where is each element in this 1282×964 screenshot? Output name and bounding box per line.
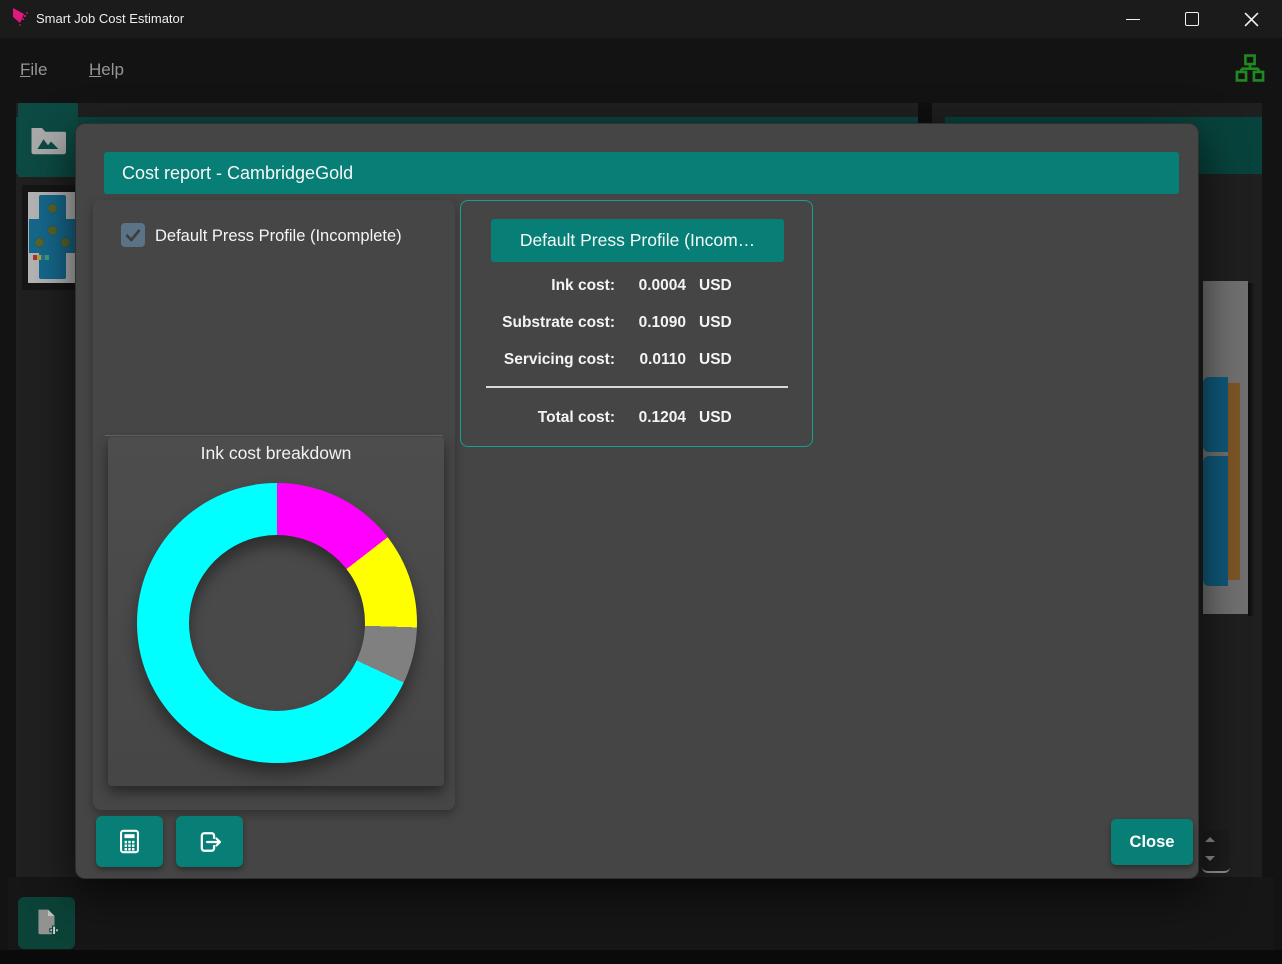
chevron-down-icon (1205, 856, 1215, 861)
new-job-button[interactable] (18, 897, 75, 949)
cost-unit: USD (699, 314, 732, 332)
maximize-icon (1185, 12, 1199, 26)
quantity-spinner[interactable] (1202, 830, 1230, 873)
cost-unit: USD (699, 351, 732, 369)
cost-row-ink: Ink cost: 0.0004 USD (461, 274, 814, 298)
maximize-button[interactable] (1169, 0, 1215, 38)
cost-value: 0.0004 (615, 277, 686, 295)
dialog-title: Cost report - CambridgeGold (104, 152, 1179, 194)
cost-unit: USD (699, 277, 732, 295)
close-dialog-button[interactable]: Close (1111, 819, 1193, 865)
preview-dieline-panel (1203, 377, 1228, 452)
check-icon (123, 225, 143, 245)
cost-row-substrate: Substrate cost: 0.1090 USD (461, 311, 814, 335)
cost-value: 0.1204 (615, 409, 686, 427)
artwork-dot (48, 204, 57, 213)
cost-row-servicing: Servicing cost: 0.0110 USD (461, 348, 814, 372)
export-icon (196, 828, 224, 856)
export-report-button[interactable] (176, 816, 243, 867)
profile-header-button[interactable]: Default Press Profile (Incom… (491, 219, 784, 262)
menu-file[interactable]: File (20, 54, 47, 86)
color-bar (33, 255, 49, 260)
total-divider (486, 386, 788, 388)
artwork-dot (61, 238, 70, 247)
cost-label: Ink cost: (461, 277, 615, 295)
preview-dieline-panel (1203, 456, 1228, 586)
divider (105, 435, 443, 436)
job-thumbnail-dieline (28, 192, 78, 283)
bottom-toolbar (8, 877, 1274, 950)
layout-preview (1203, 281, 1248, 614)
network-status-button[interactable] (1233, 52, 1267, 86)
app-logo-icon (11, 7, 31, 31)
minimize-icon (1126, 19, 1140, 20)
window-bottom-edge (0, 950, 1282, 964)
donut-hole (189, 535, 365, 711)
jobs-folder-button[interactable] (18, 103, 78, 177)
app-window: Smart Job Cost Estimator File Help (0, 0, 1282, 964)
artwork-dot (35, 238, 44, 247)
ink-donut (137, 483, 417, 763)
chart-title: Ink cost breakdown (108, 443, 444, 464)
artwork-dot (48, 226, 57, 235)
cost-unit: USD (699, 409, 732, 427)
minimize-button[interactable] (1110, 0, 1156, 38)
chevron-up-icon (1205, 837, 1215, 842)
menu-help[interactable]: Help (89, 54, 124, 86)
preview-shadow (1248, 283, 1255, 616)
titlebar: Smart Job Cost Estimator (0, 0, 1282, 38)
profile-cost-card: Default Press Profile (Incom… Ink cost: … (460, 200, 813, 447)
recalculate-button[interactable] (96, 816, 163, 867)
dieline-horizontal-panel (29, 219, 77, 253)
ink-chart-panel: Ink cost breakdown (108, 437, 444, 786)
sitemap-icon (1233, 52, 1267, 84)
calculator-icon (116, 828, 143, 855)
cost-label: Total cost: (461, 409, 615, 427)
cost-value: 0.0110 (615, 351, 686, 369)
profile-checkbox[interactable] (121, 223, 145, 247)
job-thumbnail[interactable] (22, 185, 78, 290)
cost-label: Servicing cost: (461, 351, 615, 369)
new-file-icon (34, 908, 60, 938)
profile-checkbox-label: Default Press Profile (Incomplete) (155, 224, 402, 248)
folder-image-icon (30, 125, 66, 155)
cost-report-dialog: Cost report - CambridgeGold Default Pres… (75, 123, 1199, 879)
close-icon (1244, 12, 1259, 27)
close-window-button[interactable] (1228, 0, 1274, 38)
window-title: Smart Job Cost Estimator (36, 0, 184, 38)
preview-substrate-strip (1228, 383, 1240, 580)
cost-label: Substrate cost: (461, 314, 615, 332)
report-left-panel: Default Press Profile (Incomplete) Ink c… (93, 200, 455, 810)
cost-row-total: Total cost: 0.1204 USD (461, 406, 814, 430)
cost-value: 0.1090 (615, 314, 686, 332)
